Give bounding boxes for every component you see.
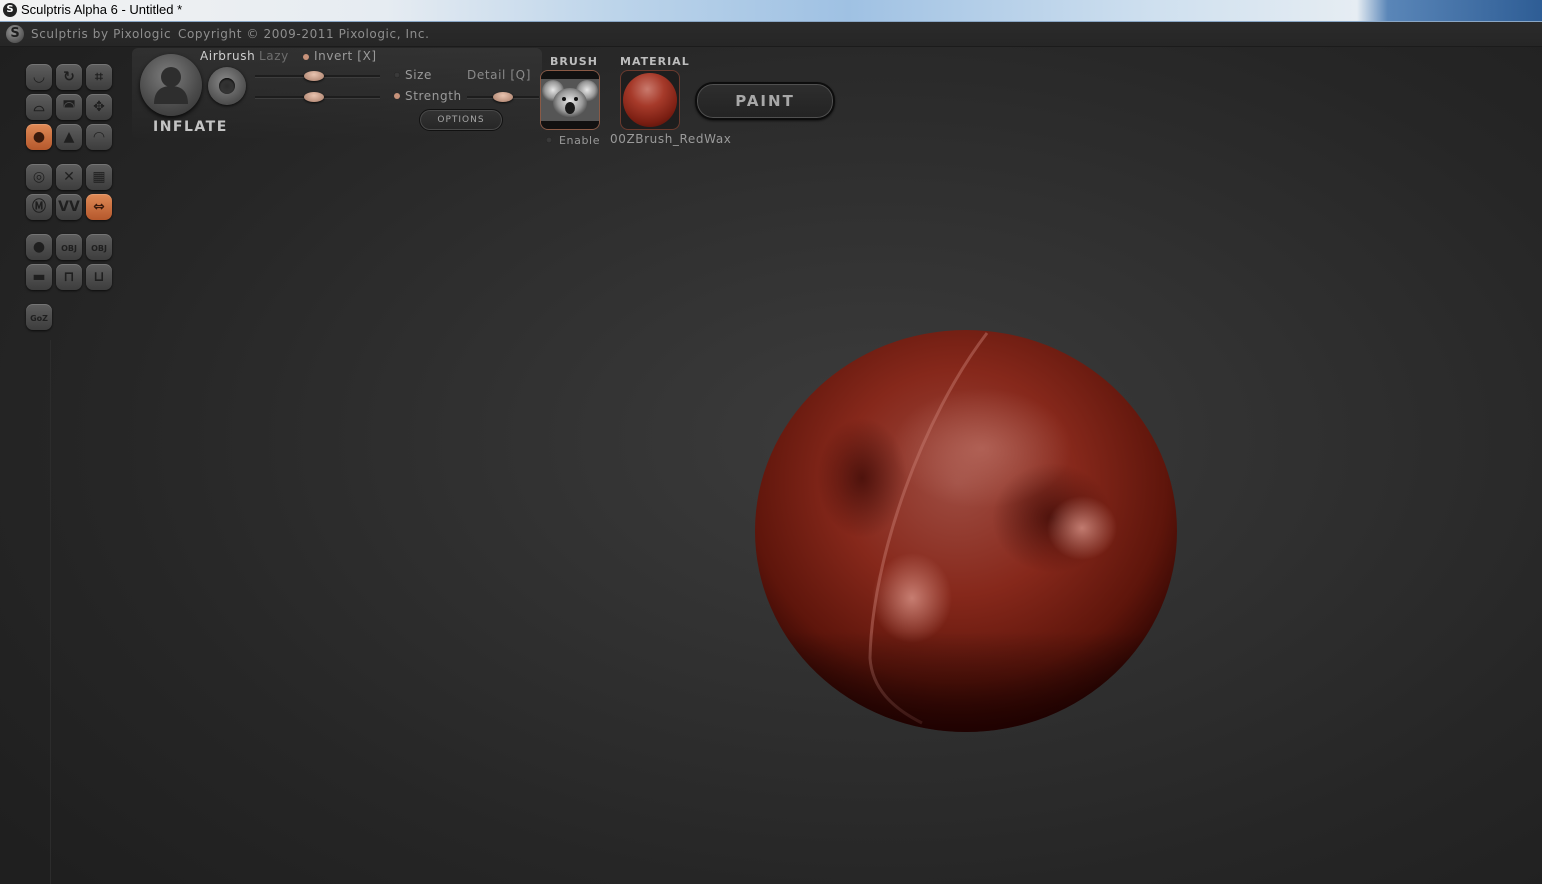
material-section-title: MATERIAL xyxy=(620,55,690,68)
crease-tool[interactable]: ◡ xyxy=(26,64,52,90)
3d-viewport[interactable] xyxy=(52,140,1542,884)
invert-indicator xyxy=(303,54,309,60)
copyright-text: Copyright © 2009-2011 Pixologic, Inc. xyxy=(178,27,430,41)
goz-button[interactable]: GoZ xyxy=(26,304,52,330)
lazy-label: Lazy xyxy=(259,49,289,63)
user-silhouette-icon xyxy=(154,67,188,104)
mask-icon: Ⓜ xyxy=(32,199,46,215)
new-plane-button[interactable]: ▬ xyxy=(26,264,52,290)
brush-name: INFLATE xyxy=(153,119,228,135)
window-title-bar: S Sculptris Alpha 6 - Untitled * xyxy=(0,0,1542,22)
rotate-icon: ↻ xyxy=(63,69,75,85)
grab-tool[interactable]: ✥ xyxy=(86,94,112,120)
strength-label[interactable]: Strength xyxy=(405,89,462,103)
detail-label[interactable]: Detail [Q] xyxy=(467,68,531,82)
size-indicator xyxy=(394,72,400,78)
material-sphere-icon xyxy=(623,73,677,127)
lazy-knob[interactable] xyxy=(208,67,246,105)
paint-mode-button[interactable]: PAINT xyxy=(695,82,835,120)
flatten-icon: ⌓ xyxy=(33,99,45,115)
inflate-icon: ● xyxy=(32,129,46,145)
flatten-tool[interactable]: ⌓ xyxy=(26,94,52,120)
detail-slider-thumb[interactable] xyxy=(493,92,513,102)
brush-preview-button[interactable] xyxy=(140,54,202,116)
plane-icon: ▬ xyxy=(32,269,46,285)
koala-texture-icon xyxy=(541,71,599,129)
crease-icon: ◡ xyxy=(33,69,45,85)
pixologic-logo-icon: S xyxy=(6,25,24,43)
goz-icon: GoZ xyxy=(30,314,48,323)
airbrush-toggle[interactable]: Airbrush xyxy=(200,49,255,63)
app-name: Sculptris by Pixologic xyxy=(31,27,172,41)
draw-icon: ◚ xyxy=(62,99,76,115)
sculptris-logo-icon: S xyxy=(3,3,17,17)
move-icon: ✥ xyxy=(93,99,105,115)
reduce-brush-tool[interactable]: ◎ xyxy=(26,164,52,190)
material-button[interactable] xyxy=(620,70,680,130)
scale-icon: ⌗ xyxy=(95,69,103,85)
scale-tool[interactable]: ⌗ xyxy=(86,64,112,90)
strength-indicator xyxy=(394,93,400,99)
rotate-tool[interactable]: ↻ xyxy=(56,64,82,90)
brush-section-title: BRUSH xyxy=(550,55,598,68)
app-header: S Sculptris by Pixologic Copyright © 200… xyxy=(0,22,1542,47)
draw-tool[interactable]: ◚ xyxy=(56,94,82,120)
new-sphere-button[interactable]: ● xyxy=(26,234,52,260)
sculpt-model[interactable] xyxy=(752,328,1182,738)
reduce-brush-icon: ◎ xyxy=(32,169,46,185)
inflate-tool[interactable]: ● xyxy=(26,124,52,150)
mask-tool[interactable]: Ⓜ xyxy=(26,194,52,220)
sphere-icon: ● xyxy=(32,239,46,255)
size-label[interactable]: Size xyxy=(405,68,432,82)
options-button[interactable]: OPTIONS xyxy=(419,109,503,131)
window-title: Sculptris Alpha 6 - Untitled * xyxy=(21,2,183,17)
brush-texture-button[interactable] xyxy=(540,70,600,130)
invert-toggle[interactable]: Invert [X] xyxy=(314,49,377,63)
palette-divider xyxy=(50,340,51,884)
